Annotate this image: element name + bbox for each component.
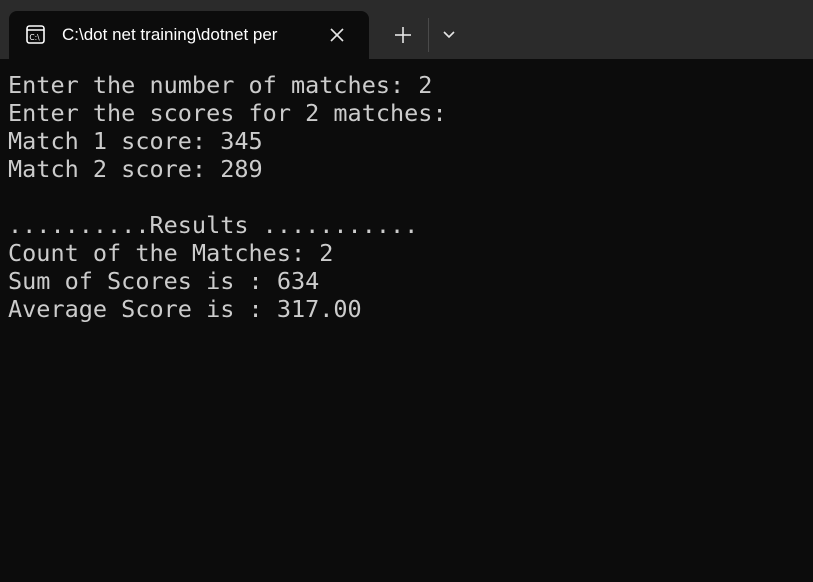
console-app-icon: C:\ xyxy=(26,25,45,44)
tab-title: C:\dot net training\dotnet per xyxy=(62,25,278,44)
plus-icon xyxy=(395,27,411,43)
tab-divider xyxy=(428,18,429,52)
close-icon[interactable] xyxy=(327,25,347,45)
title-bar: C:\ C:\dot net training\dotnet per xyxy=(0,0,813,59)
console-line: Match 2 score: 289 xyxy=(8,155,263,183)
console-line: Enter the scores for 2 matches: xyxy=(8,99,447,127)
terminal-tab[interactable]: C:\ C:\dot net training\dotnet per xyxy=(9,11,369,59)
console-line: Match 1 score: 345 xyxy=(8,127,263,155)
profile-dropdown-button[interactable] xyxy=(434,21,464,49)
console-line: Count of the Matches: 2 xyxy=(8,239,334,267)
console-line: Average Score is : 317.00 xyxy=(8,295,362,323)
console-line: ..........Results ........... xyxy=(8,211,419,239)
console-output[interactable]: Enter the number of matches: 2 Enter the … xyxy=(8,71,808,576)
new-tab-button[interactable] xyxy=(384,21,422,49)
console-line: Sum of Scores is : 634 xyxy=(8,267,320,295)
svg-text:C:\: C:\ xyxy=(29,33,40,42)
console-line: Enter the number of matches: 2 xyxy=(8,71,433,99)
chevron-down-icon xyxy=(443,31,455,39)
